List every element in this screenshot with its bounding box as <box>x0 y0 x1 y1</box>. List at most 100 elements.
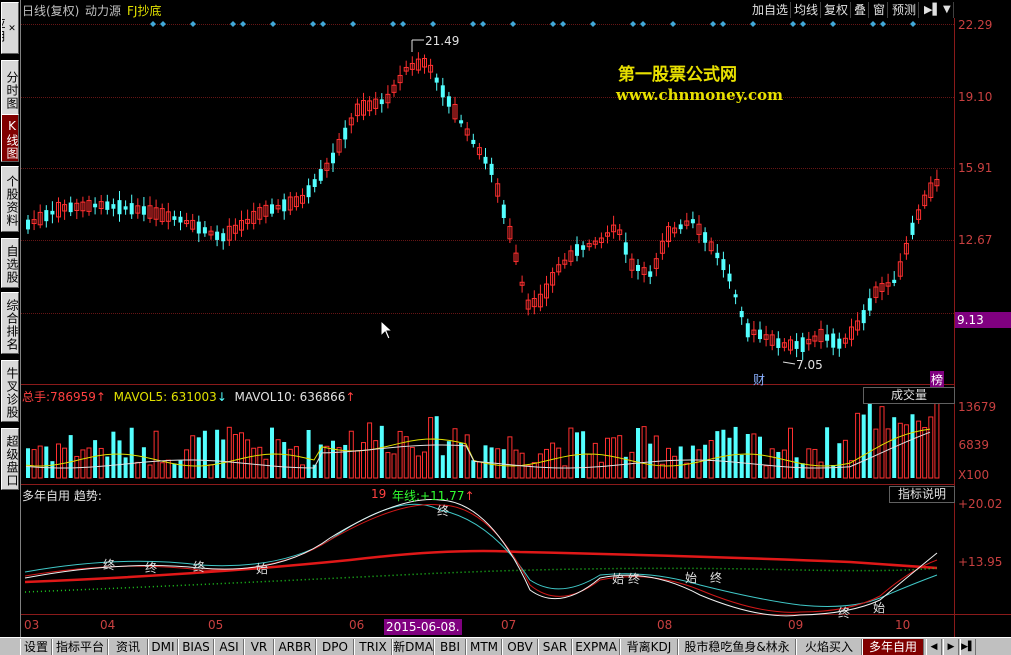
volume-bar-down <box>837 443 842 478</box>
signal-diamond <box>190 21 196 27</box>
volume-bar-up <box>598 461 604 479</box>
candle-down <box>141 206 146 215</box>
end-mark: 终 <box>710 571 723 585</box>
volume-bar-down <box>648 443 653 478</box>
signal-diamond <box>270 21 276 27</box>
tab-item[interactable]: 火焰买入 <box>796 639 862 655</box>
x-axis-label: 07 <box>501 618 517 632</box>
volume-bar-up <box>873 428 879 479</box>
scroll-end-icon[interactable]: ▶▌ <box>960 639 976 655</box>
signal-diamond <box>560 21 566 27</box>
tab-item[interactable]: 背离KDJ <box>620 639 678 655</box>
scroll-left-icon[interactable]: ◀ <box>926 639 942 655</box>
volume-bar-down <box>459 442 464 478</box>
volume-bar-down <box>831 465 836 478</box>
volume-bar-down <box>446 441 451 478</box>
candle-down <box>129 203 134 215</box>
tab-item[interactable]: MTM <box>466 639 502 655</box>
volume-bar-up <box>464 434 470 479</box>
volume-bar-down <box>202 430 207 478</box>
volume-bar-down <box>440 455 445 478</box>
tab-item[interactable]: BIAS <box>178 639 214 655</box>
volume-bar-down <box>434 416 439 478</box>
tab-item[interactable]: EXPMA <box>572 639 620 655</box>
tab-item[interactable]: ARBR <box>274 639 316 655</box>
volume-bar-down <box>703 444 708 478</box>
tab-item[interactable]: BBI <box>434 639 466 655</box>
volume-bar-up <box>80 449 86 479</box>
candle-down <box>825 334 830 341</box>
volume-bar-up <box>818 461 824 479</box>
volume-indicator-button[interactable]: 成交量 <box>863 387 955 404</box>
tab-item[interactable]: 指标平台 <box>52 639 108 655</box>
tab-item[interactable]: SAR <box>538 639 572 655</box>
volume-bar-up <box>934 396 940 479</box>
start-mark: 始 <box>612 572 625 586</box>
tab-item[interactable]: 股市稳吃鱼身&林永 <box>678 639 796 655</box>
candle-down <box>117 200 122 215</box>
trend-label: 趋势: <box>73 489 102 503</box>
volume-bar-up <box>361 442 366 479</box>
tab-item[interactable]: 多年自用 <box>862 639 924 655</box>
candle-down <box>312 179 317 187</box>
signal-diamond <box>400 21 406 27</box>
trend-line-red <box>24 503 938 613</box>
candle-down <box>343 127 348 140</box>
arrow-up-icon: ↑ <box>464 489 475 503</box>
candle-down <box>215 231 220 240</box>
candle-down <box>745 323 750 338</box>
volume-bar-down <box>727 437 732 478</box>
candle-down <box>575 244 579 256</box>
volume-bar-up <box>812 448 818 479</box>
volume-bar-down <box>636 428 640 478</box>
volume-bar-up <box>476 461 482 479</box>
rank-marker[interactable]: 榜 <box>930 371 945 388</box>
volume-bar-down <box>331 440 335 478</box>
volume-bar-up <box>287 448 293 479</box>
candle-down <box>306 185 311 198</box>
volume-bar-up <box>226 426 232 479</box>
signal-diamond <box>480 21 486 27</box>
high-price-label: 21.49 <box>425 34 460 48</box>
tab-item[interactable]: ASI <box>214 639 244 655</box>
tab-item[interactable]: 资讯 <box>108 639 148 655</box>
tab-item[interactable]: 设置 <box>20 639 52 655</box>
low-marker <box>782 361 796 365</box>
candle-down <box>800 337 805 352</box>
tab-item[interactable]: DMI <box>148 639 178 655</box>
volume-bar-up <box>348 430 354 479</box>
candle-down <box>776 338 781 348</box>
volume-bar-down <box>861 414 866 478</box>
scroll-right-icon[interactable]: ▶ <box>943 639 959 655</box>
candle-down <box>623 242 628 255</box>
signal-diamond <box>470 21 476 27</box>
finance-marker[interactable]: 财 <box>753 371 765 388</box>
volume-bar-down <box>739 454 744 478</box>
volume-bar-up <box>56 443 61 479</box>
chart-canvas[interactable] <box>0 0 1011 637</box>
year-line-value: +11.77 <box>420 489 465 503</box>
candle-down <box>282 199 287 212</box>
tab-item[interactable]: OBV <box>502 639 538 655</box>
indicator-help-button[interactable]: 指标说明 <box>889 486 955 503</box>
arrow-up-icon: ↑ <box>345 390 356 404</box>
tab-item[interactable]: DPO <box>316 639 354 655</box>
volume-bar-down <box>733 426 738 478</box>
mavol10-label: MAVOL10: <box>234 390 296 404</box>
tab-item[interactable]: 新DMA <box>392 639 434 655</box>
tab-item[interactable]: VR <box>244 639 274 655</box>
volume-bar-down <box>776 451 781 478</box>
volume-bar-up <box>263 458 269 479</box>
candle-down <box>758 329 762 340</box>
candle-down <box>196 221 201 234</box>
volume-bar-down <box>123 457 128 478</box>
volume-bar-up <box>31 449 37 479</box>
candle-down <box>727 273 732 282</box>
signal-diamond <box>750 21 756 27</box>
volume-bar-down <box>867 403 872 478</box>
candle-down <box>434 77 439 83</box>
tab-item[interactable]: TRIX <box>354 639 392 655</box>
volume-bar-up <box>507 436 513 479</box>
candle-down <box>123 206 128 210</box>
volume-bar-up <box>537 453 543 479</box>
